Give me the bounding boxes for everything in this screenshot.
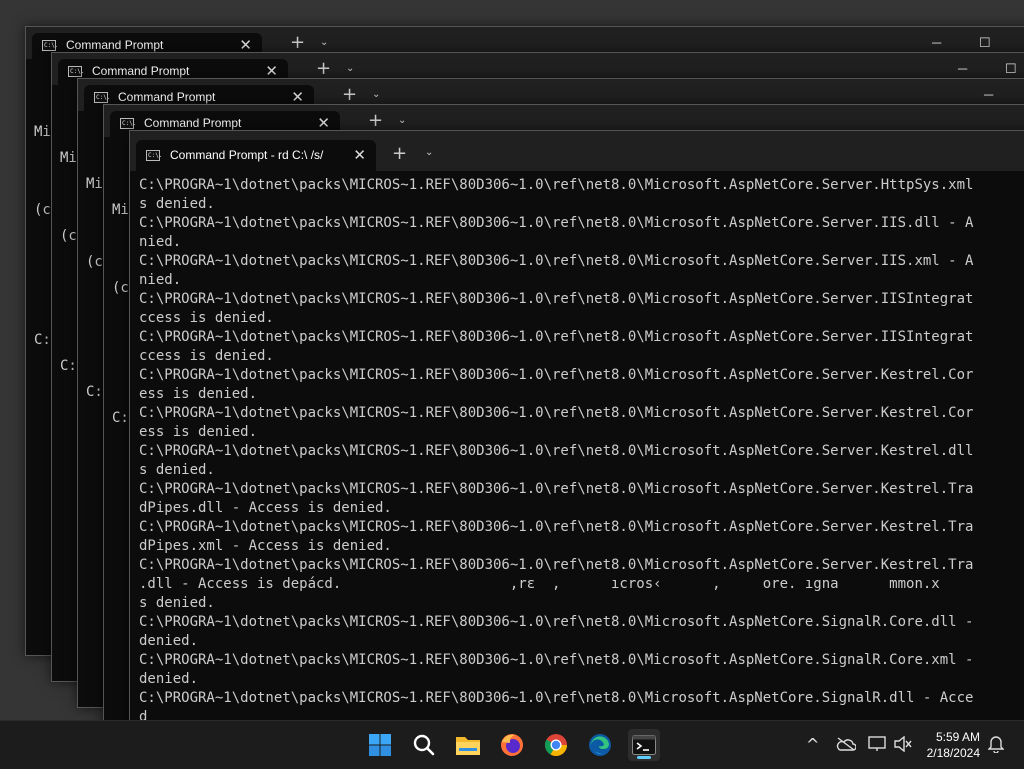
console-line: denied. [139,671,199,687]
console-line: ccess is denied. [139,310,274,326]
console-line: C:\PROGRA~1\dotnet\packs\MICROS~1.REF\80… [139,329,974,345]
cmd-icon: C:\. [94,92,111,103]
clock[interactable]: 5:59 AM 2/18/2024 [927,729,980,761]
file-explorer-button[interactable] [452,729,484,761]
onedrive-icon[interactable] [836,737,856,751]
chrome-button[interactable] [540,729,572,761]
console-line: C:\PROGRA~1\dotnet\packs\MICROS~1.REF\80… [139,291,974,307]
console-line: C:\PROGRA~1\dotnet\packs\MICROS~1.REF\80… [139,215,974,231]
console-line: ccess is denied. [139,348,274,364]
console-line: ess is denied. [139,386,258,402]
console-line: s denied. [139,462,215,478]
title-bar[interactable]: C:\. Command Prompt - rd C:\ /s/ ✕ + ⌄ [130,131,1024,171]
firefox-icon [501,734,523,756]
console-line: C:\PROGRA~1\dotnet\packs\MICROS~1.REF\80… [139,690,974,706]
active-indicator [637,756,651,759]
console-line: s denied. [139,595,215,611]
start-icon [369,734,391,756]
tab-dropdown-icon[interactable]: ⌄ [372,89,380,100]
network-icon[interactable] [868,736,886,752]
close-tab-icon[interactable]: ✕ [353,146,366,164]
console-line: s denied. [139,196,215,212]
tab-command-prompt-rd[interactable]: C:\. Command Prompt - rd C:\ /s/ ✕ [136,140,376,171]
tab-dropdown-icon[interactable]: ⌄ [346,63,354,74]
console-line: nied. [139,272,182,288]
taskbar: ^ 5:59 AM 2/18/2024 [0,720,1024,769]
console-output[interactable]: C:\PROGRA~1\dotnet\packs\MICROS~1.REF\80… [139,176,973,720]
console-line: C:\PROGRA~1\dotnet\packs\MICROS~1.REF\80… [139,557,974,573]
console-line: ess is denied. [139,424,258,440]
firefox-button[interactable] [496,729,528,761]
console-line: C:\PROGRA~1\dotnet\packs\MICROS~1.REF\80… [139,652,974,668]
console-line: .dll - Access is depácd. ,rε , ıcros‹ , … [139,576,940,592]
minimize-icon[interactable]: ─ [958,61,967,76]
command-prompt-window-active[interactable]: C:\. Command Prompt - rd C:\ /s/ ✕ + ⌄ C… [129,130,1024,720]
minimize-icon[interactable]: ─ [984,87,993,102]
tab-label: Command Prompt - rd C:\ /s/ [170,148,324,162]
console-line: dPipes.xml - Access is denied. [139,538,392,554]
terminal-button[interactable] [628,729,660,761]
chrome-icon [545,734,567,756]
new-tab-button[interactable]: + [342,84,357,105]
tab-dropdown-icon[interactable]: ⌄ [398,115,406,126]
edge-button[interactable] [584,729,616,761]
cmd-icon: C:\. [146,150,163,161]
console-line: C:\PROGRA~1\dotnet\packs\MICROS~1.REF\80… [139,481,974,497]
console-line: C:\PROGRA~1\dotnet\packs\MICROS~1.REF\80… [139,177,974,193]
show-hidden-icons-chevron-icon[interactable]: ^ [806,735,819,754]
start-button[interactable] [364,729,396,761]
console-line: C:\PROGRA~1\dotnet\packs\MICROS~1.REF\80… [139,253,974,269]
console-line: denied. [139,633,199,649]
minimize-icon[interactable]: ─ [932,35,941,50]
cmd-icon: C:\. [42,40,59,51]
volume-muted-icon[interactable] [894,736,912,752]
maximize-icon[interactable]: ☐ [1005,61,1017,77]
console-line: C:\PROGRA~1\dotnet\packs\MICROS~1.REF\80… [139,519,974,535]
terminal-icon [632,735,656,755]
tab-dropdown-icon[interactable]: ⌄ [425,147,433,158]
desktop: C:\. Command Prompt ✕ + ⌄ ─ ☐ Mi (c C: C… [0,0,1024,720]
new-tab-button[interactable]: + [392,143,407,164]
file-explorer-icon [456,737,480,755]
tab-label: Command Prompt [118,90,216,104]
clock-time: 5:59 AM [935,730,980,744]
tab-dropdown-icon[interactable]: ⌄ [320,37,328,48]
search-icon [413,734,435,756]
notification-bell-icon[interactable] [988,735,1004,753]
new-tab-button[interactable]: + [316,58,331,79]
console-line: dPipes.dll - Access is denied. [139,500,392,516]
cmd-icon: C:\. [68,66,85,77]
edge-icon [589,734,611,756]
tab-label: Command Prompt [92,64,190,78]
search-button[interactable] [408,729,440,761]
new-tab-button[interactable]: + [290,32,305,53]
cmd-icon: C:\. [120,118,137,129]
tab-label: Command Prompt [66,38,164,52]
clock-date: 2/18/2024 [926,746,980,760]
console-line: C:\PROGRA~1\dotnet\packs\MICROS~1.REF\80… [139,405,974,421]
tab-label: Command Prompt [144,116,242,130]
maximize-icon[interactable]: ☐ [979,35,991,51]
console-line: C:\PROGRA~1\dotnet\packs\MICROS~1.REF\80… [139,614,974,630]
console-line: nied. [139,234,182,250]
console-line: d [139,709,148,720]
console-line: C:\PROGRA~1\dotnet\packs\MICROS~1.REF\80… [139,443,974,459]
new-tab-button[interactable]: + [368,110,383,131]
console-line: C:\PROGRA~1\dotnet\packs\MICROS~1.REF\80… [139,367,974,383]
